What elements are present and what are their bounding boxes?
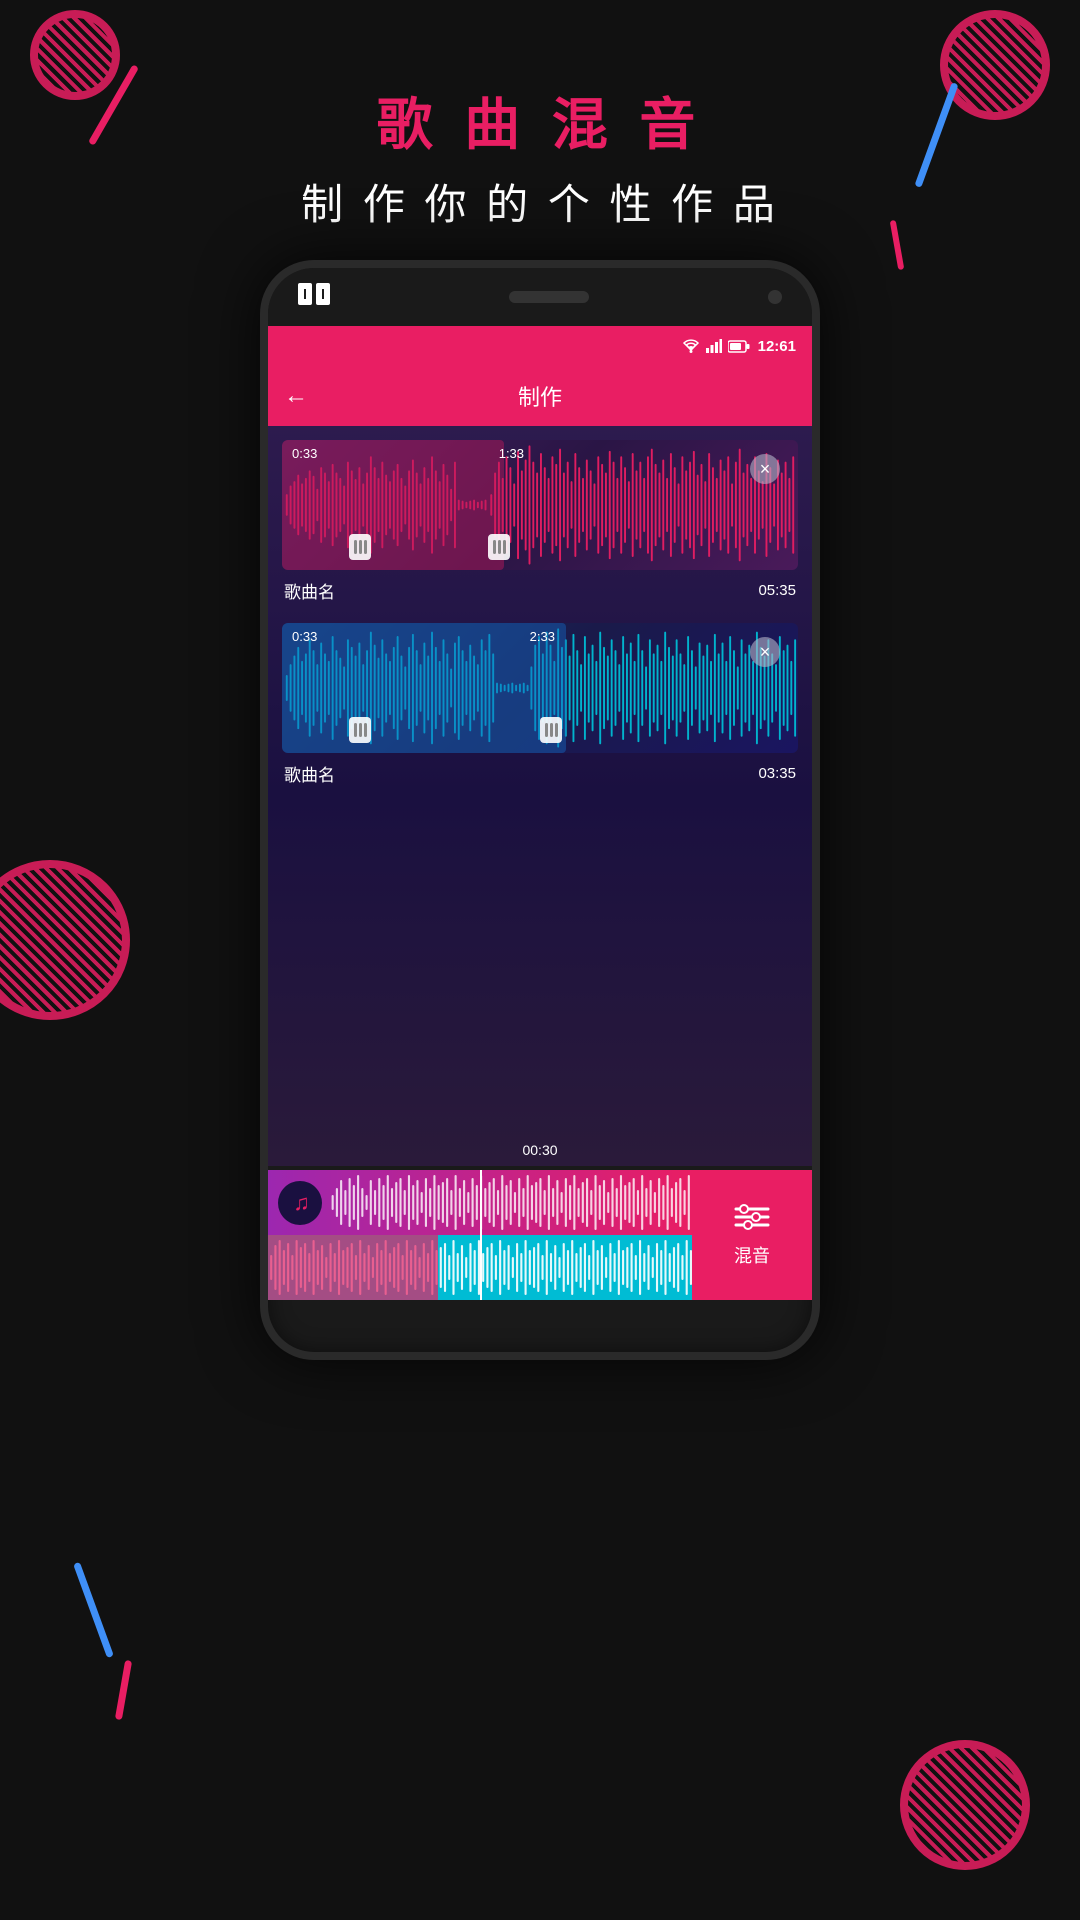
battery-icon	[728, 340, 750, 353]
playback-cyan-track	[268, 1235, 692, 1300]
title-sub: 制 作 你 的 个 性 作 品	[0, 171, 1080, 232]
status-time: 12:61	[758, 338, 796, 355]
wifi-icon	[682, 339, 700, 353]
phone-frame: 12:61 ← 制作 × 0:33 1:33	[260, 260, 820, 1360]
track1-trim-left[interactable]	[349, 534, 371, 560]
deco-circle-bottom-right	[900, 1740, 1030, 1870]
play-icon: ♫	[293, 1190, 310, 1216]
track2-waveform[interactable]: × 0:33 2:33	[282, 623, 798, 753]
track2-trim-left[interactable]	[349, 717, 371, 743]
track2-trim-right[interactable]	[540, 717, 562, 743]
signal-icon	[706, 339, 722, 353]
phone-top-bar	[268, 268, 812, 326]
track2-close[interactable]: ×	[750, 637, 780, 667]
phone-speaker	[509, 291, 589, 303]
track1-trim-right[interactable]	[488, 534, 510, 560]
deco-line-bottom-left-red	[115, 1660, 132, 1720]
track1-block: × 0:33 1:33	[268, 426, 812, 613]
title-main: 歌 曲 混 音	[0, 80, 1080, 161]
track2-block: × 0:33 2:33	[268, 613, 812, 796]
track1-waveform[interactable]: × 0:33 1:33	[282, 440, 798, 570]
playback-time: 00:30	[522, 1142, 557, 1158]
playback-pink-track: ♫	[268, 1170, 692, 1235]
track1-close[interactable]: ×	[750, 454, 780, 484]
mi-logo	[298, 283, 330, 311]
playback-cursor-2	[480, 1235, 482, 1300]
status-bar: 12:61	[268, 326, 812, 366]
back-button[interactable]: ←	[284, 382, 308, 410]
playback-end-highlight	[268, 1235, 438, 1300]
playback-preview[interactable]: ♫	[268, 1170, 692, 1300]
mix-button[interactable]: 混音	[692, 1170, 812, 1300]
track1-time-start: 0:33	[292, 446, 317, 461]
bottom-playback: 00:30 ♫	[268, 1170, 812, 1300]
track2-duration: 03:35	[758, 765, 796, 782]
track2-info: 歌曲名 03:35	[282, 757, 798, 790]
track1-name: 歌曲名	[284, 578, 335, 603]
phone-camera	[768, 290, 782, 304]
track1-duration: 05:35	[758, 582, 796, 599]
track1-time-mid: 1:33	[499, 446, 524, 461]
deco-circle-mid-left	[0, 860, 130, 1020]
playback-cursor	[480, 1170, 482, 1235]
title-section: 歌 曲 混 音 制 作 你 的 个 性 作 品	[0, 80, 1080, 232]
track1-info: 歌曲名 05:35	[282, 574, 798, 607]
nav-title: 制作	[518, 380, 562, 412]
mix-label: 混音	[734, 1242, 770, 1268]
play-button[interactable]: ♫	[278, 1181, 322, 1225]
track2-selection	[282, 623, 566, 753]
track2-time-mid: 2:33	[530, 629, 555, 644]
mix-sliders-icon	[734, 1203, 770, 1236]
top-nav: ← 制作	[268, 366, 812, 426]
track2-time-start: 0:33	[292, 629, 317, 644]
track2-name: 歌曲名	[284, 761, 335, 786]
app-content: × 0:33 1:33	[268, 426, 812, 1166]
deco-line-bottom-left-blue	[73, 1562, 114, 1658]
status-icons	[682, 339, 750, 353]
